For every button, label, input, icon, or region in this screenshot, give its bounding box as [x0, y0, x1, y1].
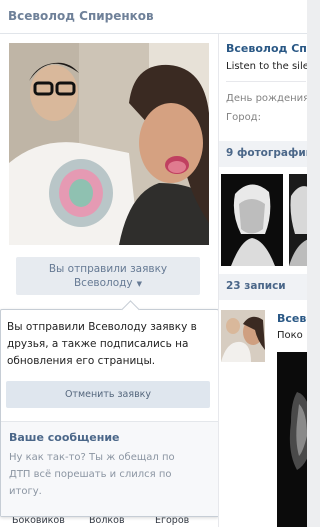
- photo-thumbnail-image: [221, 174, 283, 266]
- post-image-content: [277, 352, 307, 527]
- popup-message: Вы отправили Всеволоду заявку в друзья, …: [7, 321, 197, 367]
- friend-request-sent-button[interactable]: Вы отправили заявку Всеволоду ▼: [16, 257, 200, 295]
- posts-section-header[interactable]: 23 записи: [219, 274, 307, 300]
- profile-right-column: Всеволод Спиренков Listen to the sile Де…: [218, 34, 307, 527]
- request-button-line2: Всеволоду: [73, 277, 133, 289]
- your-message-text: Ну как так-то? Ты ж обещал по ДТП всё по…: [9, 452, 175, 497]
- profile-photo-image: [9, 43, 209, 245]
- profile-status[interactable]: Listen to the sile: [226, 61, 307, 72]
- cancel-request-button[interactable]: Отменить заявку: [6, 381, 210, 408]
- post-author-name[interactable]: Всеволод: [277, 312, 307, 325]
- profile-photo[interactable]: [9, 43, 209, 245]
- info-divider: [226, 81, 306, 82]
- profile-name: Всеволод Спиренков: [226, 42, 307, 55]
- post-image[interactable]: [277, 352, 307, 527]
- birthday-label: День рождения: [226, 93, 307, 104]
- page-header: Всеволод Спиренков: [0, 0, 307, 34]
- your-message-title: Ваше сообщение: [9, 431, 120, 444]
- header-title[interactable]: Всеволод Спиренков: [8, 9, 154, 23]
- caret-down-icon: ▼: [136, 280, 143, 288]
- photos-section-header[interactable]: 9 фотографий: [219, 141, 307, 167]
- friend-request-popup: Вы отправили Всеволоду заявку в друзья, …: [0, 309, 219, 517]
- photos-count: 9 фотографий: [226, 147, 307, 159]
- post-avatar-image: [221, 310, 265, 362]
- photo-thumbnail[interactable]: [289, 174, 307, 266]
- posts-count: 23 записи: [226, 280, 286, 292]
- profile-page: Всеволод Спиренков Вы отправили заявку В…: [0, 0, 307, 527]
- city-label: Город:: [226, 112, 261, 123]
- post-author-avatar[interactable]: [221, 310, 265, 362]
- photo-thumbnail-image: [289, 174, 307, 266]
- your-message-section: Ваше сообщение Ну как так-то? Ты ж обеща…: [1, 422, 218, 516]
- photo-thumbnail[interactable]: [221, 174, 283, 266]
- request-button-line2-wrap: Всеволоду ▼: [16, 276, 200, 291]
- post-text: Поко: [277, 330, 303, 341]
- request-button-line1: Вы отправили заявку: [48, 263, 168, 275]
